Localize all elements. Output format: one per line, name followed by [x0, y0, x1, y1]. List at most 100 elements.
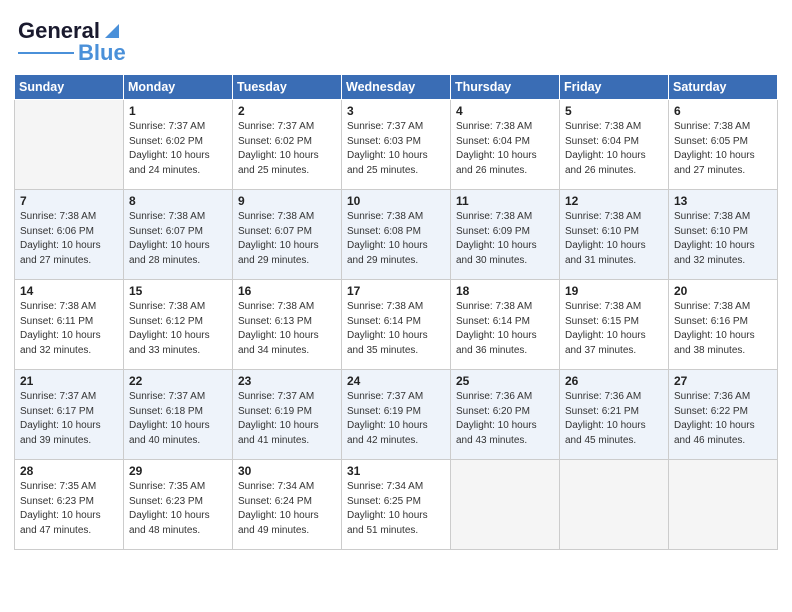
day-cell: 30Sunrise: 7:34 AMSunset: 6:24 PMDayligh… [233, 460, 342, 550]
day-info: Sunrise: 7:38 AMSunset: 6:07 PMDaylight:… [129, 210, 227, 268]
day-number: 8 [129, 194, 227, 208]
week-row-2: 7Sunrise: 7:38 AMSunset: 6:06 PMDaylight… [15, 190, 778, 280]
day-cell [15, 100, 124, 190]
day-info: Sunrise: 7:37 AMSunset: 6:18 PMDaylight:… [129, 390, 227, 448]
day-info: Sunrise: 7:36 AMSunset: 6:21 PMDaylight:… [565, 390, 663, 448]
day-cell: 29 Sunrise: 7:35 AMSunset: 6:23 PMDayligh… [124, 460, 233, 550]
day-cell: 6 Sunrise: 7:38 AMSunset: 6:05 PMDaylight… [669, 100, 778, 190]
day-number: 31 [347, 464, 445, 478]
day-cell: 2 Sunrise: 7:37 AMSunset: 6:02 PMDaylight… [233, 100, 342, 190]
day-info: Sunrise: 7:37 AMSunset: 6:02 PMDaylight:… [129, 120, 227, 178]
logo-blue: Blue [78, 40, 126, 66]
day-info: Sunrise: 7:38 AMSunset: 6:05 PMDaylight:… [674, 120, 772, 178]
day-number: 6 [674, 104, 772, 118]
day-info: Sunrise: 7:38 AMSunset: 6:14 PMDaylight:… [347, 300, 445, 358]
day-number: 29 [129, 464, 227, 478]
day-number: 28 [20, 464, 118, 478]
day-number: 22 [129, 374, 227, 388]
week-row-5: 28 Sunrise: 7:35 AMSunset: 6:23 PMDayligh… [15, 460, 778, 550]
day-cell: 25Sunrise: 7:36 AMSunset: 6:20 PMDayligh… [451, 370, 560, 460]
week-row-4: 21 Sunrise: 7:37 AMSunset: 6:17 PMDayligh… [15, 370, 778, 460]
day-number: 26 [565, 374, 663, 388]
day-number: 20 [674, 284, 772, 298]
day-info: Sunrise: 7:35 AMSunset: 6:23 PMDaylight:… [20, 480, 118, 538]
day-info: Sunrise: 7:36 AMSunset: 6:22 PMDaylight:… [674, 390, 772, 448]
day-number: 5 [565, 104, 663, 118]
day-cell [669, 460, 778, 550]
day-number: 2 [238, 104, 336, 118]
day-cell: 27 Sunrise: 7:36 AMSunset: 6:22 PMDayligh… [669, 370, 778, 460]
day-number: 1 [129, 104, 227, 118]
day-number: 17 [347, 284, 445, 298]
day-cell: 7Sunrise: 7:38 AMSunset: 6:06 PMDaylight… [15, 190, 124, 280]
day-number: 10 [347, 194, 445, 208]
day-info: Sunrise: 7:38 AMSunset: 6:10 PMDaylight:… [565, 210, 663, 268]
day-number: 11 [456, 194, 554, 208]
day-info: Sunrise: 7:37 AMSunset: 6:02 PMDaylight:… [238, 120, 336, 178]
calendar-table: SundayMondayTuesdayWednesdayThursdayFrid… [14, 74, 778, 550]
day-cell: 26 Sunrise: 7:36 AMSunset: 6:21 PMDayligh… [560, 370, 669, 460]
day-number: 14 [20, 284, 118, 298]
day-info: Sunrise: 7:37 AMSunset: 6:19 PMDaylight:… [238, 390, 336, 448]
day-info: Sunrise: 7:38 AMSunset: 6:13 PMDaylight:… [238, 300, 336, 358]
day-cell: 13 Sunrise: 7:38 AMSunset: 6:10 PMDayligh… [669, 190, 778, 280]
day-number: 16 [238, 284, 336, 298]
day-number: 25 [456, 374, 554, 388]
day-number: 12 [565, 194, 663, 208]
day-cell: 20 Sunrise: 7:38 AMSunset: 6:16 PMDayligh… [669, 280, 778, 370]
day-info: Sunrise: 7:38 AMSunset: 6:11 PMDaylight:… [20, 300, 118, 358]
day-cell: 23 Sunrise: 7:37 AMSunset: 6:19 PMDayligh… [233, 370, 342, 460]
day-info: Sunrise: 7:38 AMSunset: 6:16 PMDaylight:… [674, 300, 772, 358]
day-number: 21 [20, 374, 118, 388]
header-row: SundayMondayTuesdayWednesdayThursdayFrid… [15, 75, 778, 100]
day-number: 23 [238, 374, 336, 388]
day-number: 9 [238, 194, 336, 208]
day-cell: 11 Sunrise: 7:38 AMSunset: 6:09 PMDayligh… [451, 190, 560, 280]
col-header-tuesday: Tuesday [233, 75, 342, 100]
day-number: 24 [347, 374, 445, 388]
day-cell: 16 Sunrise: 7:38 AMSunset: 6:13 PMDayligh… [233, 280, 342, 370]
day-cell [560, 460, 669, 550]
day-info: Sunrise: 7:38 AMSunset: 6:08 PMDaylight:… [347, 210, 445, 268]
day-cell: 24Sunrise: 7:37 AMSunset: 6:19 PMDayligh… [342, 370, 451, 460]
col-header-sunday: Sunday [15, 75, 124, 100]
day-cell: 5Sunrise: 7:38 AMSunset: 6:04 PMDaylight… [560, 100, 669, 190]
week-row-3: 14 Sunrise: 7:38 AMSunset: 6:11 PMDayligh… [15, 280, 778, 370]
day-cell: 10 Sunrise: 7:38 AMSunset: 6:08 PMDayligh… [342, 190, 451, 280]
day-number: 27 [674, 374, 772, 388]
day-cell: 9Sunrise: 7:38 AMSunset: 6:07 PMDaylight… [233, 190, 342, 280]
day-info: Sunrise: 7:34 AMSunset: 6:24 PMDaylight:… [238, 480, 336, 538]
logo-underline [18, 52, 74, 55]
day-cell: 1 Sunrise: 7:37 AMSunset: 6:02 PMDaylight… [124, 100, 233, 190]
day-cell: 15Sunrise: 7:38 AMSunset: 6:12 PMDayligh… [124, 280, 233, 370]
day-cell: 12 Sunrise: 7:38 AMSunset: 6:10 PMDayligh… [560, 190, 669, 280]
day-number: 19 [565, 284, 663, 298]
day-cell: 14 Sunrise: 7:38 AMSunset: 6:11 PMDayligh… [15, 280, 124, 370]
day-cell: 17 Sunrise: 7:38 AMSunset: 6:14 PMDayligh… [342, 280, 451, 370]
day-cell: 19 Sunrise: 7:38 AMSunset: 6:15 PMDayligh… [560, 280, 669, 370]
day-cell: 28 Sunrise: 7:35 AMSunset: 6:23 PMDayligh… [15, 460, 124, 550]
day-number: 3 [347, 104, 445, 118]
day-info: Sunrise: 7:37 AMSunset: 6:17 PMDaylight:… [20, 390, 118, 448]
day-info: Sunrise: 7:35 AMSunset: 6:23 PMDaylight:… [129, 480, 227, 538]
day-cell [451, 460, 560, 550]
day-number: 15 [129, 284, 227, 298]
week-row-1: 1 Sunrise: 7:37 AMSunset: 6:02 PMDaylight… [15, 100, 778, 190]
day-info: Sunrise: 7:38 AMSunset: 6:09 PMDaylight:… [456, 210, 554, 268]
day-info: Sunrise: 7:38 AMSunset: 6:06 PMDaylight:… [20, 210, 118, 268]
day-number: 4 [456, 104, 554, 118]
day-number: 18 [456, 284, 554, 298]
day-cell: 22 Sunrise: 7:37 AMSunset: 6:18 PMDayligh… [124, 370, 233, 460]
header: General Blue [0, 0, 792, 74]
col-header-thursday: Thursday [451, 75, 560, 100]
day-cell: 3Sunrise: 7:37 AMSunset: 6:03 PMDaylight… [342, 100, 451, 190]
day-info: Sunrise: 7:38 AMSunset: 6:10 PMDaylight:… [674, 210, 772, 268]
day-number: 13 [674, 194, 772, 208]
day-info: Sunrise: 7:38 AMSunset: 6:15 PMDaylight:… [565, 300, 663, 358]
col-header-friday: Friday [560, 75, 669, 100]
day-info: Sunrise: 7:38 AMSunset: 6:04 PMDaylight:… [456, 120, 554, 178]
day-cell: 18Sunrise: 7:38 AMSunset: 6:14 PMDayligh… [451, 280, 560, 370]
day-cell: 4 Sunrise: 7:38 AMSunset: 6:04 PMDaylight… [451, 100, 560, 190]
col-header-monday: Monday [124, 75, 233, 100]
day-cell: 8 Sunrise: 7:38 AMSunset: 6:07 PMDaylight… [124, 190, 233, 280]
